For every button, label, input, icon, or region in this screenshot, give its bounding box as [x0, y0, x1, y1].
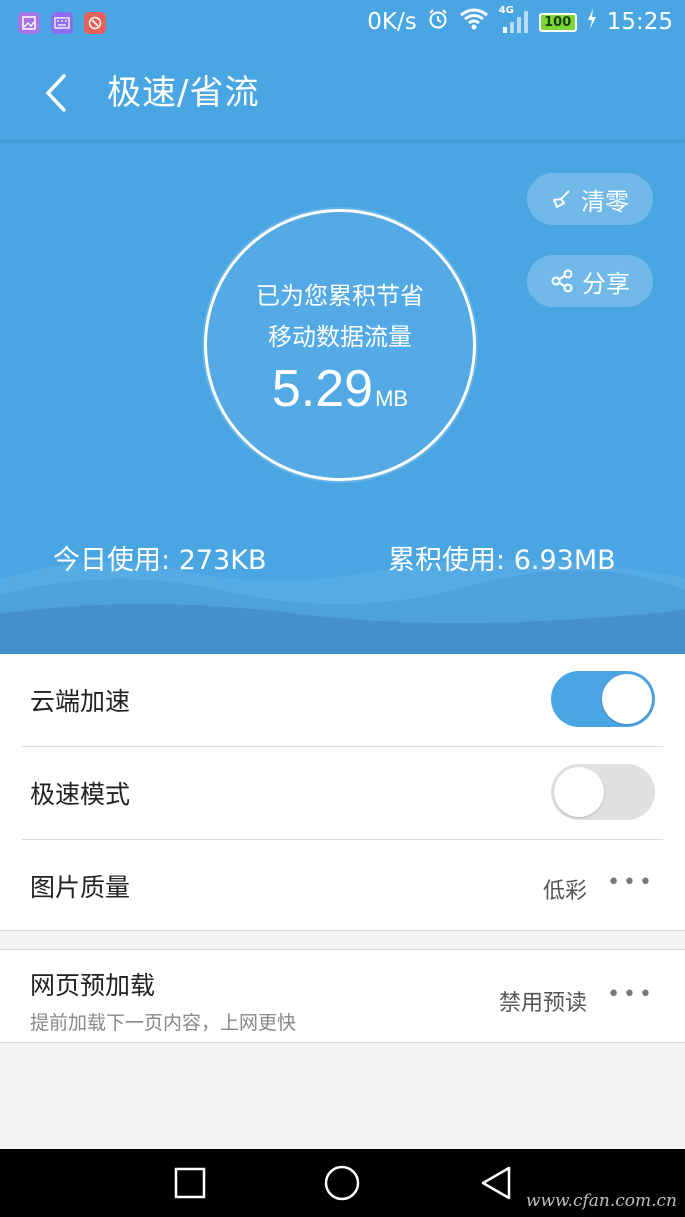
- more-icon[interactable]: •••: [607, 870, 655, 895]
- today-usage-label: 今日使用:: [53, 545, 171, 576]
- preload-value: 禁用预读: [498, 991, 587, 1016]
- today-usage: 今日使用: 273KB: [53, 538, 266, 577]
- clock: 15:25: [606, 9, 673, 35]
- gallery-app-icon: [18, 12, 40, 34]
- fast-mode-toggle[interactable]: [551, 764, 655, 820]
- battery-indicator: 100: [538, 12, 577, 32]
- savings-circle: 已为您累积节省 移动数据流量 5.29MB: [204, 209, 476, 481]
- more-icon[interactable]: •••: [607, 982, 655, 1007]
- page-title: 极速/省流: [107, 73, 260, 113]
- settings-list: 云端加速 极速模式 图片质量 低彩 •••: [0, 654, 685, 932]
- toggle-knob: [554, 767, 604, 817]
- circle-icon: [324, 1165, 360, 1201]
- back-nav-button[interactable]: [476, 1163, 516, 1203]
- square-icon: [174, 1167, 206, 1199]
- fast-mode-label: 极速模式: [30, 780, 131, 809]
- navigation-bar: www.cfan.com.cn: [0, 1149, 685, 1217]
- keyboard-app-icon: [51, 12, 73, 34]
- setting-cloud-accel: 云端加速: [22, 654, 663, 747]
- alarm-icon: [427, 8, 449, 36]
- status-bar: 0K/s 4G 100 15:25: [0, 0, 685, 46]
- total-usage-value: 6.93MB: [513, 545, 616, 576]
- setting-preload[interactable]: 网页预加载 提前加载下一页内容，上网更快 禁用预读 •••: [0, 950, 685, 1043]
- back-button[interactable]: [34, 70, 78, 116]
- clear-button[interactable]: 清零: [527, 173, 653, 225]
- app-bar: 极速/省流: [0, 46, 685, 140]
- setting-fast-mode: 极速模式: [22, 747, 663, 840]
- savings-number: 5.29: [271, 360, 374, 418]
- share-button[interactable]: 分享: [527, 255, 653, 307]
- cloud-accel-toggle[interactable]: [551, 671, 655, 727]
- toggle-knob: [602, 674, 652, 724]
- broom-icon: [553, 190, 570, 208]
- back-arrow-icon: [45, 74, 66, 112]
- image-quality-label: 图片质量: [30, 873, 131, 902]
- system-status: 0K/s 4G 100 15:25: [367, 5, 673, 36]
- today-usage-value: 273KB: [178, 545, 267, 576]
- charging-icon: [587, 9, 597, 35]
- share-label: 分享: [582, 269, 630, 298]
- share-icon: [551, 269, 573, 293]
- total-usage-label: 累积使用:: [388, 545, 506, 576]
- tool-app-icon: [84, 12, 106, 34]
- image-quality-value: 低彩: [542, 879, 587, 904]
- triangle-back-icon: [481, 1166, 511, 1200]
- home-button[interactable]: [322, 1163, 362, 1203]
- wifi-icon: [459, 8, 489, 36]
- savings-value: 5.29MB: [207, 359, 473, 419]
- notification-icons: [18, 12, 106, 34]
- total-usage: 累积使用: 6.93MB: [388, 538, 616, 577]
- clear-label: 清零: [581, 187, 629, 216]
- watermark: www.cfan.com.cn: [525, 1191, 677, 1211]
- savings-unit: MB: [375, 386, 409, 411]
- recents-button[interactable]: [170, 1163, 210, 1203]
- net-speed: 0K/s: [367, 9, 417, 35]
- savings-panel: 已为您累积节省 移动数据流量 5.29MB 清零 分享 今日使用: 273KB …: [0, 140, 685, 654]
- savings-caption-1: 已为您累积节省: [256, 282, 424, 310]
- savings-caption-2: 移动数据流量: [268, 323, 412, 351]
- section-divider: [0, 930, 685, 950]
- preload-label: 网页预加载: [30, 971, 156, 1000]
- cloud-accel-label: 云端加速: [30, 687, 131, 716]
- setting-image-quality[interactable]: 图片质量 低彩 •••: [22, 840, 663, 932]
- preload-sublabel: 提前加载下一页内容，上网更快: [30, 1012, 297, 1034]
- signal-icon: 4G: [499, 5, 529, 35]
